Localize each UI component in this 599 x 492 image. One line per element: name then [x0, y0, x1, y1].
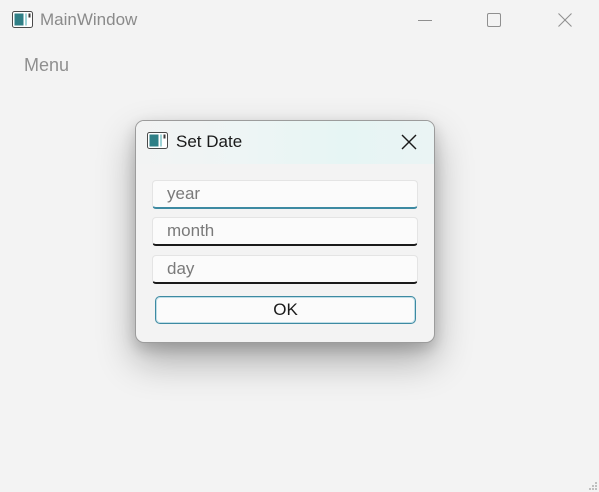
- app-window-icon: [12, 11, 33, 28]
- main-window: MainWindow Menu Set Date year month day …: [0, 0, 599, 492]
- dialog-close-button[interactable]: [389, 127, 429, 157]
- minimize-icon: [418, 20, 432, 21]
- window-title: MainWindow: [40, 10, 138, 29]
- close-icon: [401, 134, 417, 150]
- ok-button[interactable]: OK: [155, 296, 416, 324]
- set-date-dialog: Set Date OK: [135, 120, 435, 343]
- window-title-bar[interactable]: MainWindow: [0, 0, 599, 40]
- menu-item-menu[interactable]: Menu: [24, 55, 69, 76]
- maximize-icon: [487, 13, 501, 27]
- close-window-button[interactable]: [530, 0, 599, 40]
- resize-grip-icon[interactable]: [586, 479, 598, 491]
- close-icon: [558, 13, 572, 27]
- app-window-icon: [147, 132, 168, 149]
- dialog-title-bar[interactable]: Set Date: [136, 121, 434, 164]
- minimize-button[interactable]: [390, 0, 460, 40]
- day-input[interactable]: [152, 255, 418, 284]
- dialog-title: Set Date: [176, 132, 243, 151]
- maximize-button[interactable]: [459, 0, 529, 40]
- month-input[interactable]: [152, 217, 418, 246]
- year-input[interactable]: [152, 180, 418, 209]
